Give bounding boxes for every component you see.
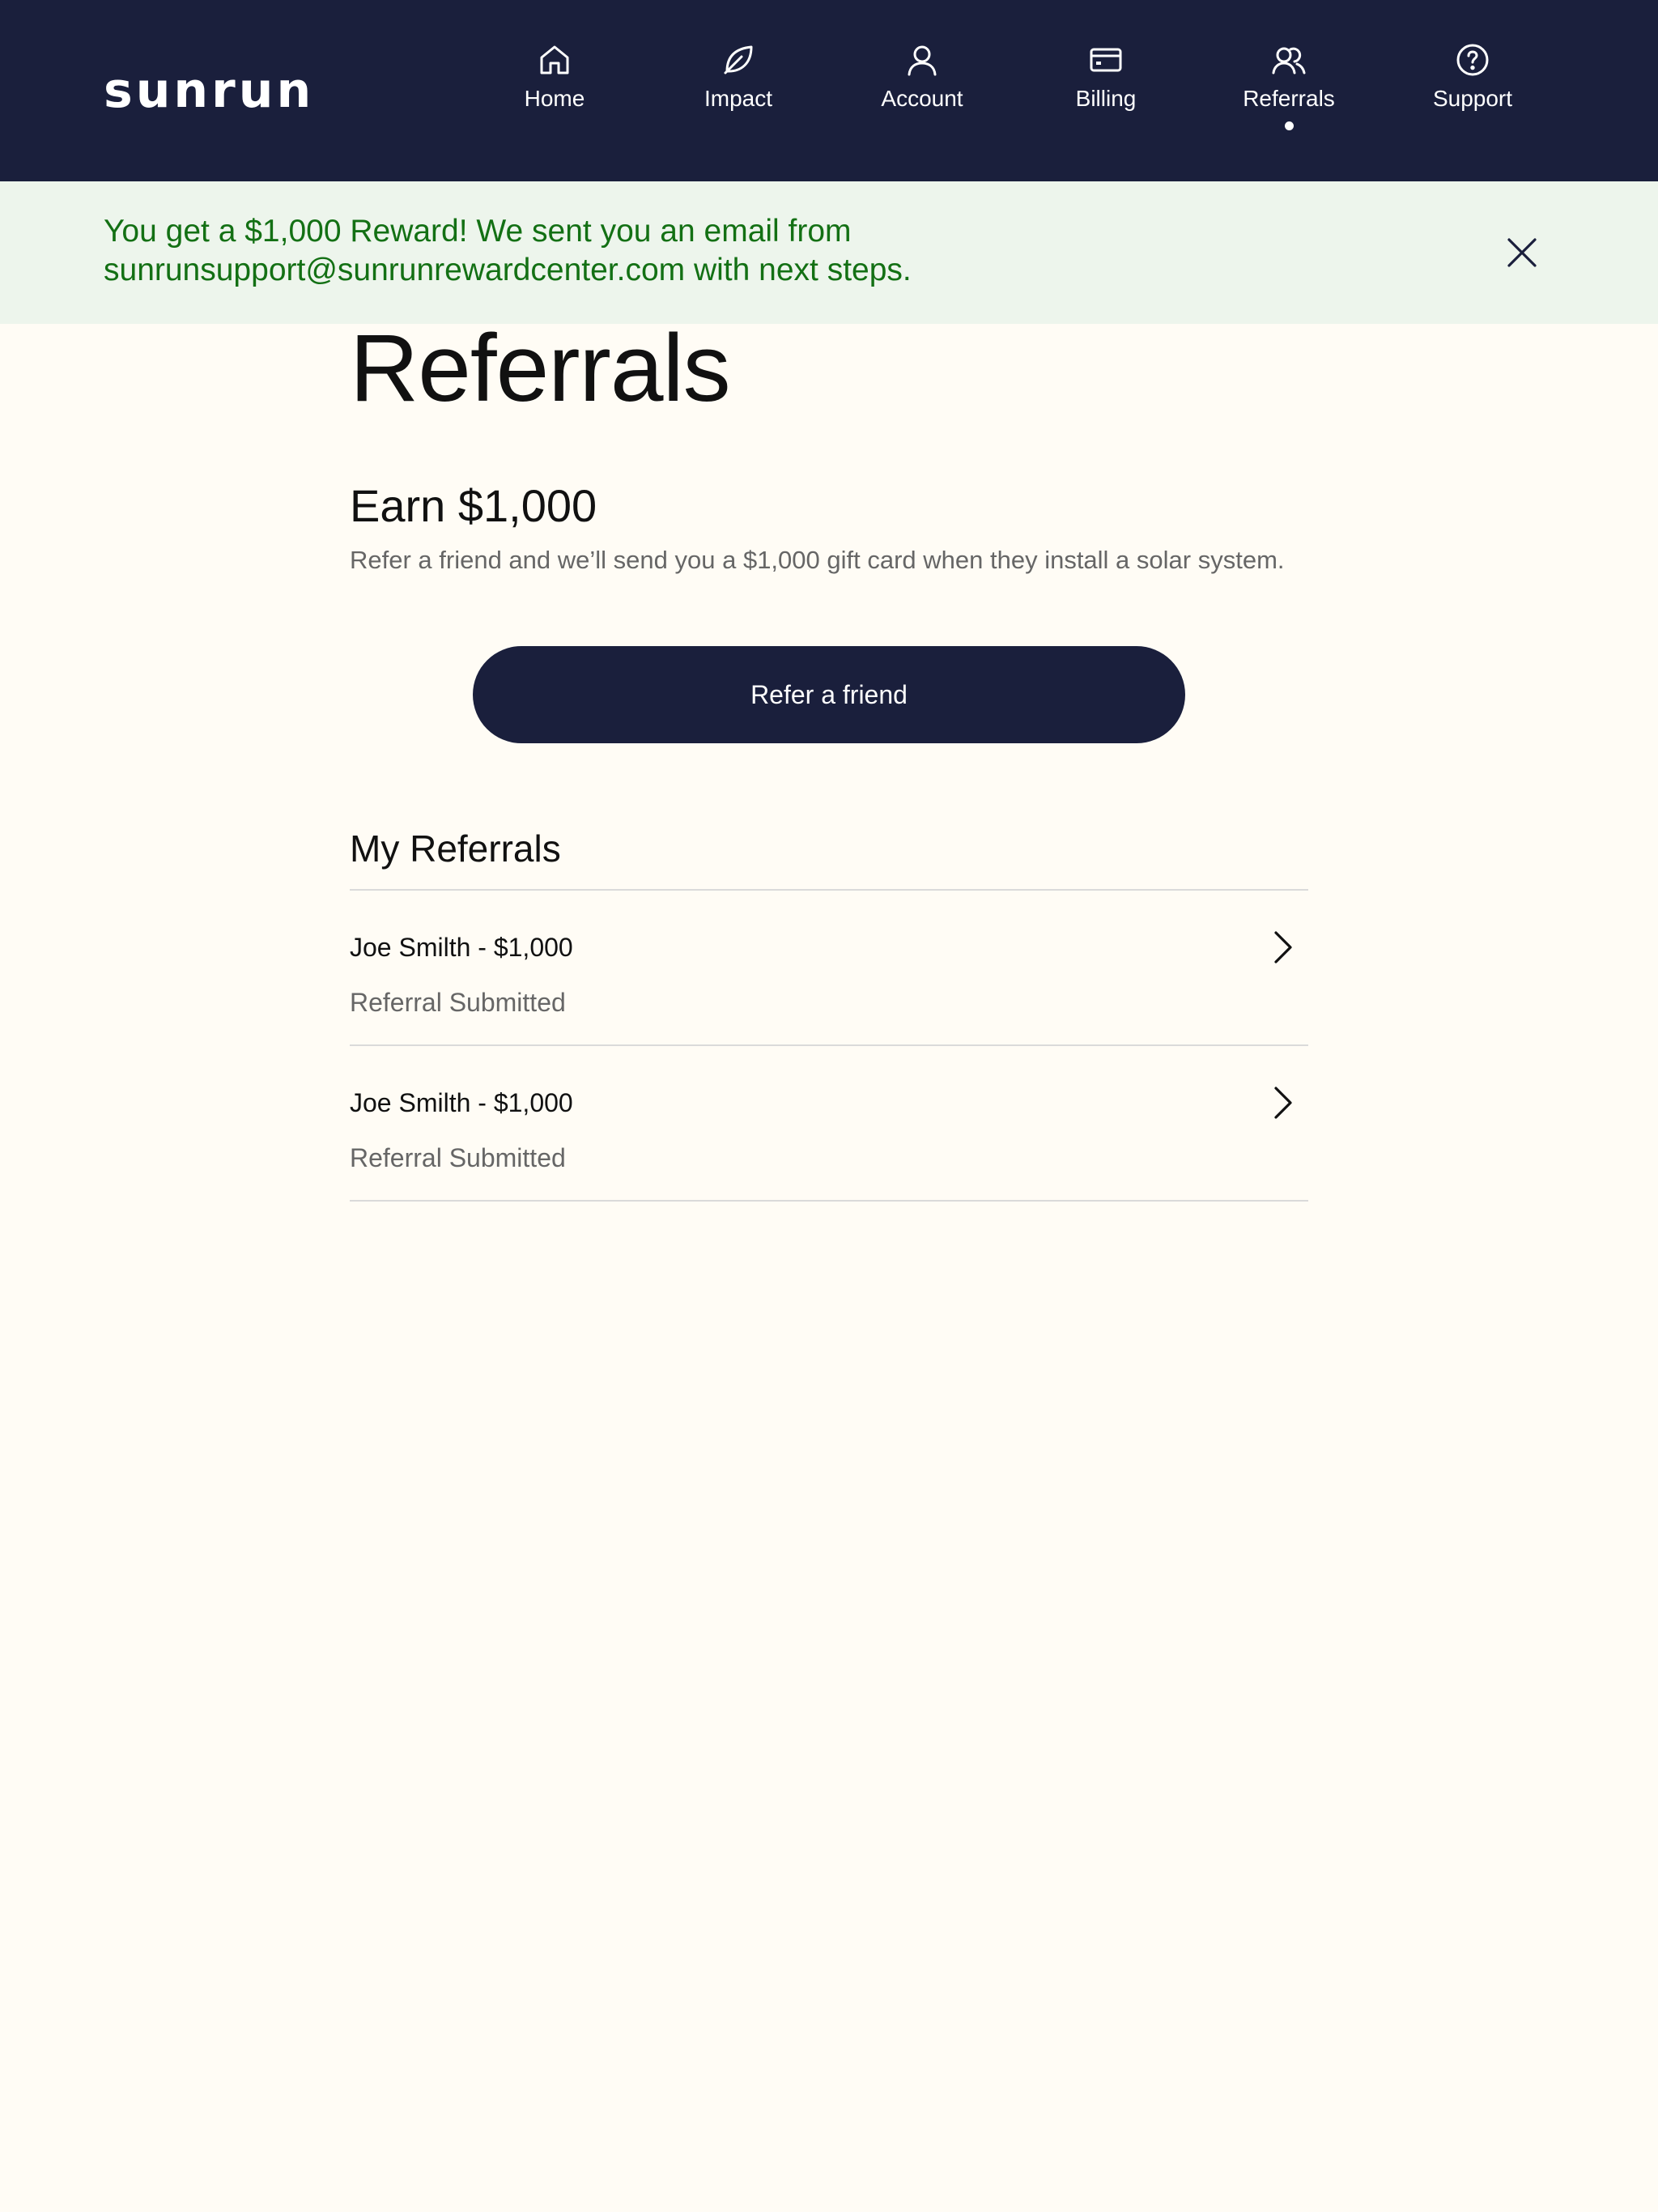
close-banner-button[interactable] — [1503, 233, 1541, 272]
reward-banner-message: You get a $1,000 Reward! We sent you an … — [104, 214, 912, 287]
nav-item-account[interactable]: Account — [841, 40, 1003, 113]
nav-item-referrals[interactable]: Referrals — [1208, 40, 1370, 130]
referral-name: Joe Smilth - $1,000 — [350, 933, 573, 962]
nav-item-billing[interactable]: Billing — [1025, 40, 1187, 113]
referral-list-item[interactable]: Joe Smilth - $1,000 Referral Submitted — [350, 891, 1308, 1046]
nav-label-support: Support — [1432, 86, 1513, 111]
close-icon — [1507, 238, 1537, 267]
leaf-icon — [724, 45, 753, 74]
referral-status: Referral Submitted — [350, 1143, 566, 1172]
help-circle-icon — [1456, 44, 1489, 76]
nav-label-referrals: Referrals — [1243, 86, 1335, 111]
nav-item-home[interactable]: Home — [474, 40, 636, 113]
chevron-right-icon — [1274, 1087, 1292, 1119]
referrals-list: Joe Smilth - $1,000 Referral Submitted J… — [350, 889, 1308, 1202]
active-indicator-dot — [1284, 121, 1294, 130]
earn-heading: Earn $1,000 — [350, 480, 597, 531]
referral-status: Referral Submitted — [350, 988, 566, 1017]
nav-item-impact[interactable]: Impact — [657, 40, 819, 113]
page-title: Referrals — [350, 315, 731, 422]
refer-a-friend-button[interactable]: Refer a friend — [473, 646, 1185, 743]
nav-label-account: Account — [881, 86, 963, 111]
main-nav: Home Impact Account Billing Referrals Su… — [0, 0, 1658, 181]
user-icon — [908, 45, 937, 76]
credit-card-icon — [1090, 48, 1122, 72]
reward-banner: You get a $1,000 Reward! We sent you an … — [0, 181, 1658, 324]
earn-description: Refer a friend and we’ll send you a $1,0… — [350, 546, 1285, 574]
my-referrals-heading: My Referrals — [350, 827, 561, 870]
nav-label-billing: Billing — [1075, 86, 1137, 111]
referral-list-item[interactable]: Joe Smilth - $1,000 Referral Submitted — [350, 1046, 1308, 1202]
home-icon — [540, 45, 569, 74]
nav-label-impact: Impact — [704, 86, 773, 111]
nav-label-home: Home — [524, 86, 585, 111]
referral-name: Joe Smilth - $1,000 — [350, 1088, 573, 1117]
top-navigation-bar: sunrun Home Impact Account Billing Refer… — [0, 0, 1658, 181]
chevron-right-icon — [1274, 931, 1292, 963]
nav-item-support[interactable]: Support — [1392, 40, 1554, 113]
users-icon — [1272, 47, 1306, 74]
